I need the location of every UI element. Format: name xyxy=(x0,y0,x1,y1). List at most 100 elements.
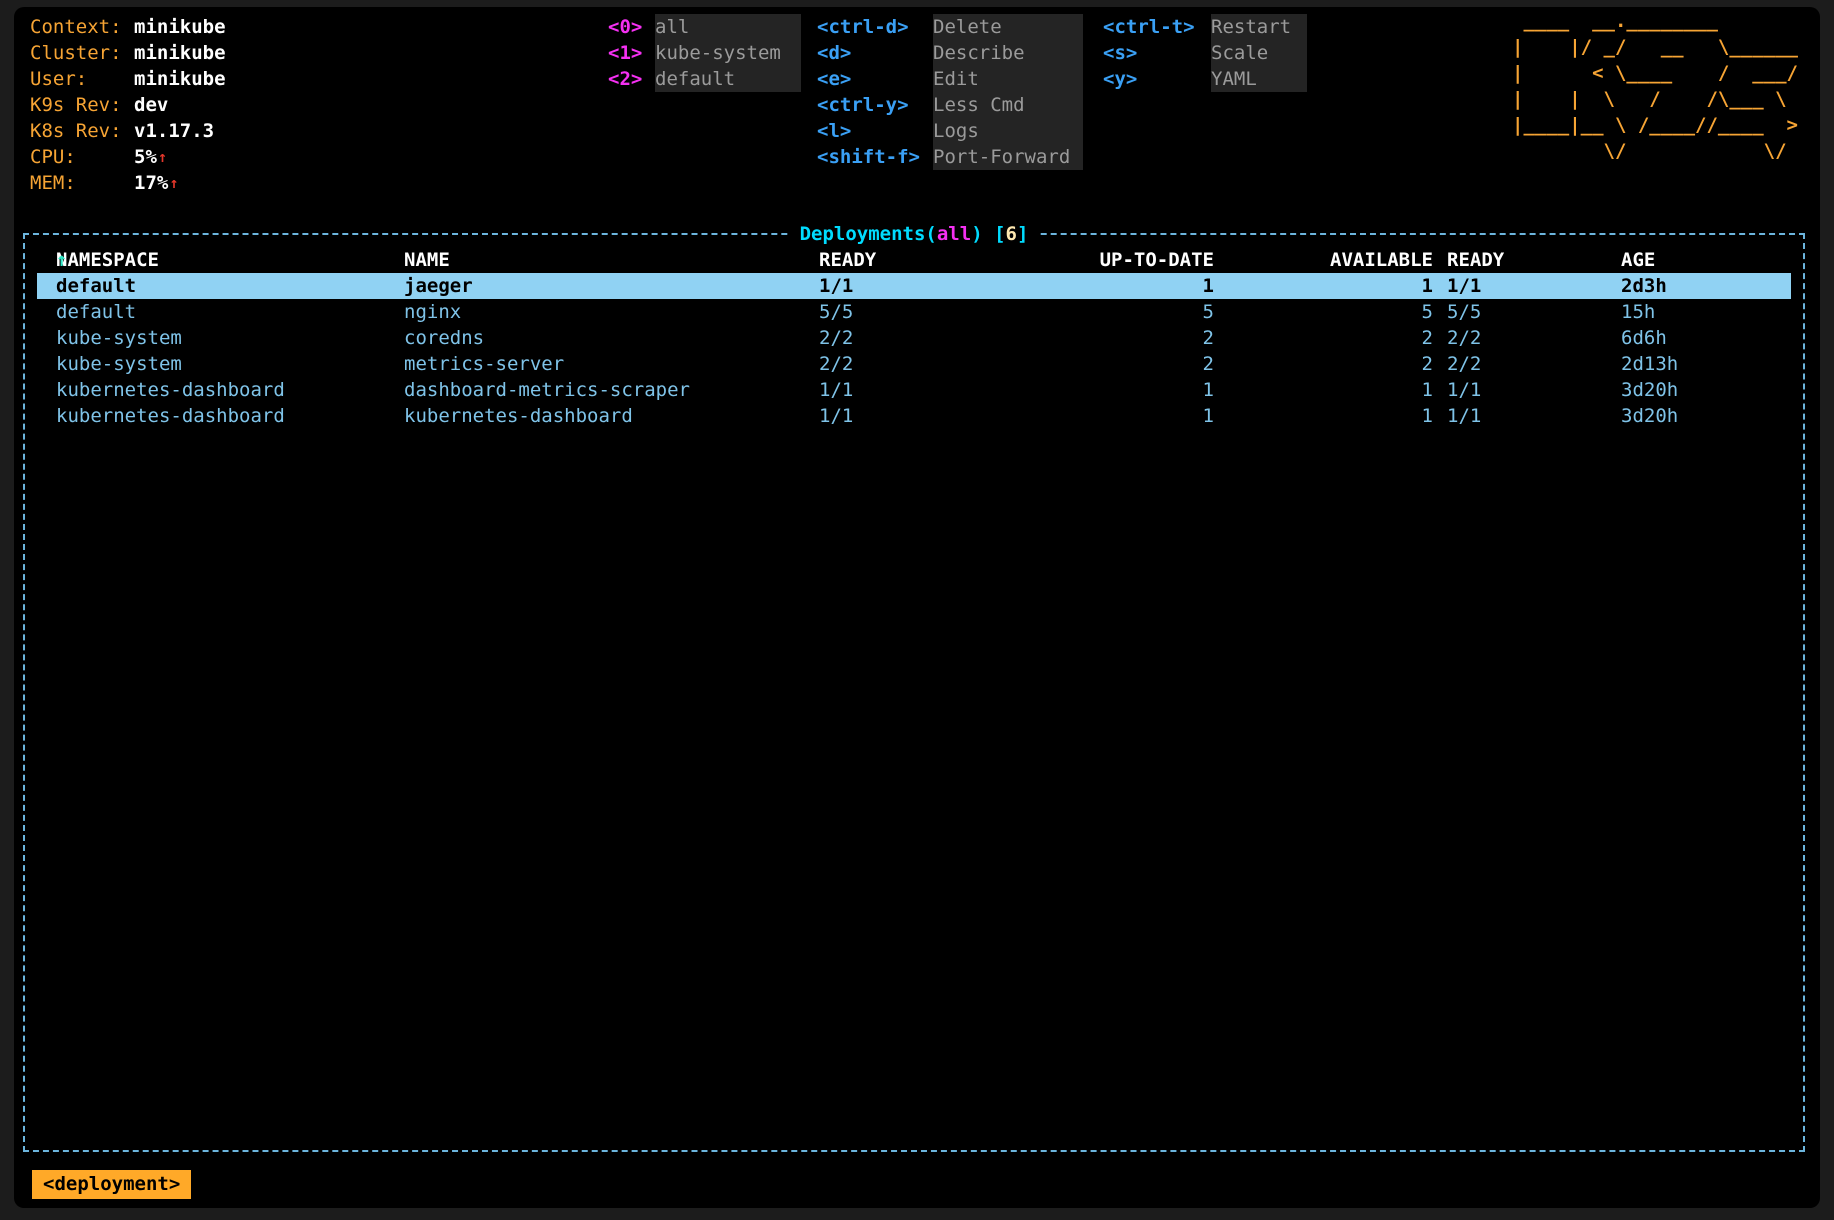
info-label: Context: xyxy=(30,14,134,40)
cell-namespace: kubernetes-dashboard xyxy=(56,377,396,403)
hotkey: <s> xyxy=(1103,40,1211,66)
cell-namespace: kube-system xyxy=(56,325,396,351)
menu-item: <d>Describe xyxy=(817,40,1083,66)
hotkey: <y> xyxy=(1103,66,1211,92)
info-row: K9s Rev:dev xyxy=(30,92,226,118)
cell-namespace: kube-system xyxy=(56,351,396,377)
info-row: Cluster:minikube xyxy=(30,40,226,66)
menu-item: <2>default xyxy=(608,66,801,92)
k9s-logo: ____ __.________ | |/ _/ __ \______ | < … xyxy=(1512,8,1798,164)
cell-ready2: 2/2 xyxy=(1447,325,1577,351)
cell-available: 1 xyxy=(1233,273,1433,299)
hotkey: <2> xyxy=(608,66,655,92)
hotkey-label: kube-system xyxy=(655,40,801,66)
hotkey-label: Restart xyxy=(1211,14,1307,40)
cell-available: 1 xyxy=(1233,377,1433,403)
cell-name: dashboard-metrics-scraper xyxy=(404,377,804,403)
title-count: 6 xyxy=(1006,223,1017,245)
table-row[interactable]: default jaeger 1/1 11 1/1 2d3h xyxy=(37,273,1791,299)
menu-item: <s>Scale xyxy=(1103,40,1307,66)
cell-ready: 2/2 xyxy=(819,325,929,351)
info-row: Context:minikube xyxy=(30,14,226,40)
cell-up_to_date: 1 xyxy=(994,273,1214,299)
info-label: Cluster: xyxy=(30,40,134,66)
cell-name: jaeger xyxy=(404,273,804,299)
cell-ready: 2/2 xyxy=(819,351,929,377)
cell-up_to_date: 1 xyxy=(994,377,1214,403)
command-hotkey-menu-2: <ctrl-t>Restart<s>Scale<y>YAML xyxy=(1103,14,1307,92)
title-namespace: all xyxy=(937,223,971,245)
hotkey: <e> xyxy=(817,66,933,92)
title-close-bracket: ] xyxy=(1017,223,1028,245)
menu-item: <y>YAML xyxy=(1103,66,1307,92)
info-row: CPU:5%↑ xyxy=(30,144,226,170)
info-label: MEM: xyxy=(30,170,134,196)
cell-ready: 1/1 xyxy=(819,403,929,429)
hotkey: <d> xyxy=(817,40,933,66)
hotkey-label: Delete xyxy=(933,14,1083,40)
info-value: dev xyxy=(134,92,168,118)
trend-up-icon: ↑ xyxy=(169,170,178,196)
cell-name: kubernetes-dashboard xyxy=(404,403,804,429)
hotkey-label: YAML xyxy=(1211,66,1307,92)
table-title: Deployments(all) [6] xyxy=(790,220,1039,248)
table-row[interactable]: kube-systemmetrics-server2/2222/22d13h xyxy=(37,351,1791,377)
menu-item: <e>Edit xyxy=(817,66,1083,92)
hotkey: <l> xyxy=(817,118,933,144)
table-row[interactable]: kubernetes-dashboard dashboard-metrics-sc… xyxy=(37,377,1791,403)
cell-available: 2 xyxy=(1233,325,1433,351)
table-header-row: NAMESPACE↑ NAME READY UP-TO-DATE AVAILABLE RE… xyxy=(37,247,1791,273)
menu-item: <ctrl-y>Less Cmd xyxy=(817,92,1083,118)
cell-age: 2d3h xyxy=(1621,273,1781,299)
namespace-hotkey-menu: <0>all<1>kube-system<2>default xyxy=(608,14,801,92)
resource-breadcrumb[interactable]: <deployment> xyxy=(32,1170,191,1199)
column-header-up_to_date[interactable]: UP-TO-DATE xyxy=(994,247,1214,273)
cell-name: metrics-server xyxy=(404,351,804,377)
menu-item: <ctrl-t>Restart xyxy=(1103,14,1307,40)
trend-up-icon: ↑ xyxy=(158,144,167,170)
hotkey: <ctrl-d> xyxy=(817,14,933,40)
cell-namespace: default xyxy=(56,273,396,299)
table-row[interactable]: kube-systemcoredns2/2222/26d6h xyxy=(37,325,1791,351)
cell-up_to_date: 5 xyxy=(994,299,1214,325)
cluster-info-panel: Context:minikubeCluster:minikubeUser:min… xyxy=(30,14,226,196)
hotkey: <ctrl-y> xyxy=(817,92,933,118)
cell-namespace: kubernetes-dashboard xyxy=(56,403,396,429)
hotkey: <1> xyxy=(608,40,655,66)
column-header-ready[interactable]: READY xyxy=(819,247,929,273)
info-label: K9s Rev: xyxy=(30,92,134,118)
cell-ready2: 1/1 xyxy=(1447,377,1577,403)
column-header-age[interactable]: AGE xyxy=(1621,247,1781,273)
sort-ascending-icon: ↑ xyxy=(56,247,67,273)
cell-ready: 5/5 xyxy=(819,299,929,325)
cell-available: 5 xyxy=(1233,299,1433,325)
info-row: K8s Rev:v1.17.3 xyxy=(30,118,226,144)
command-hotkey-menu-1: <ctrl-d>Delete<d>Describe<e>Edit<ctrl-y>… xyxy=(817,14,1083,170)
cell-ready: 1/1 xyxy=(819,273,929,299)
table-row[interactable]: kubernetes-dashboard kubernetes-dashboard… xyxy=(37,403,1791,429)
menu-item: <1>kube-system xyxy=(608,40,801,66)
table-row[interactable]: defaultnginx5/5555/515h xyxy=(37,299,1791,325)
info-value: minikube xyxy=(134,66,226,92)
menu-item: <ctrl-d>Delete xyxy=(817,14,1083,40)
cell-name: coredns xyxy=(404,325,804,351)
hotkey-label: Edit xyxy=(933,66,1083,92)
info-label: K8s Rev: xyxy=(30,118,134,144)
menu-item: <l>Logs xyxy=(817,118,1083,144)
hotkey-label: Logs xyxy=(933,118,1083,144)
column-header-ready2[interactable]: READY xyxy=(1447,247,1577,273)
column-header-name[interactable]: NAME xyxy=(404,247,804,273)
cell-ready2: 2/2 xyxy=(1447,351,1577,377)
title-open-paren: ( xyxy=(925,223,936,245)
cell-age: 3d20h xyxy=(1621,403,1781,429)
cell-available: 1 xyxy=(1233,403,1433,429)
cell-age: 3d20h xyxy=(1621,377,1781,403)
cell-ready: 1/1 xyxy=(819,377,929,403)
cell-ready2: 1/1 xyxy=(1447,273,1577,299)
cell-up_to_date: 2 xyxy=(994,351,1214,377)
info-value: 5% xyxy=(134,144,157,170)
column-header-available[interactable]: AVAILABLE xyxy=(1233,247,1433,273)
cell-available: 2 xyxy=(1233,351,1433,377)
column-header-label: NAMESPACE xyxy=(56,247,159,273)
deployments-table: Deployments(all) [6] NAMESPACE↑NAMEREADY… xyxy=(23,233,1805,1152)
